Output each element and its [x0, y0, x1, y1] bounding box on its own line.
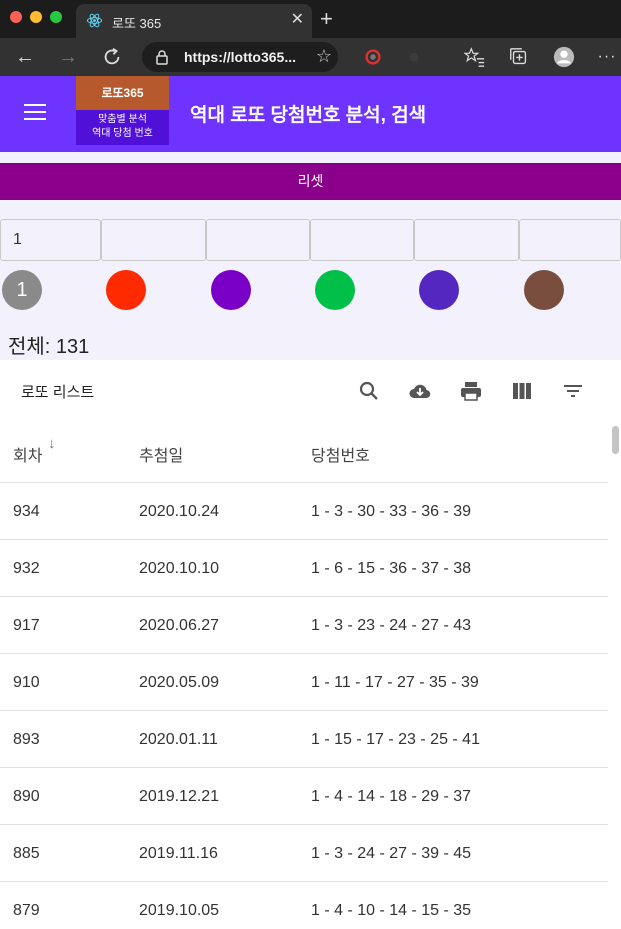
number-input-5[interactable] — [414, 219, 519, 261]
number-ball-3 — [211, 270, 251, 310]
cell-date: 2019.10.05 — [139, 902, 220, 919]
header-round[interactable]: 회차 — [13, 442, 42, 466]
print-icon[interactable] — [459, 379, 483, 403]
number-ball-5 — [419, 270, 459, 310]
browser-toolbar: ← → https://lotto365... ☆ ● ··· — [0, 38, 621, 76]
cell-numbers: 1 - 15 - 17 - 23 - 25 - 41 — [311, 731, 480, 748]
extension-placeholder-icon[interactable]: ● — [403, 46, 425, 68]
number-input-2[interactable] — [101, 219, 206, 261]
cell-round: 890 — [13, 788, 40, 805]
cell-numbers: 1 - 11 - 17 - 27 - 35 - 39 — [311, 674, 479, 691]
number-input-4[interactable] — [310, 219, 414, 261]
lock-icon — [156, 50, 168, 65]
hamburger-menu-icon[interactable] — [24, 104, 46, 122]
browser-tab[interactable]: 로또 365 ✕ — [76, 4, 312, 38]
number-input-3[interactable] — [206, 219, 310, 261]
cell-date: 2020.10.24 — [139, 503, 220, 520]
number-ball-2 — [106, 270, 146, 310]
window-maximize-button[interactable] — [50, 11, 62, 23]
number-input-6[interactable] — [519, 219, 621, 261]
address-bar[interactable]: https://lotto365... ☆ — [142, 42, 338, 72]
table-row[interactable]: 890 2019.12.21 1 - 4 - 14 - 18 - 29 - 37 — [0, 768, 608, 825]
cell-round: 910 — [13, 674, 40, 691]
collections-icon[interactable] — [508, 46, 530, 68]
cell-numbers: 1 - 6 - 15 - 36 - 37 - 38 — [311, 560, 472, 577]
cell-date: 2019.12.21 — [139, 788, 220, 805]
cell-date: 2020.10.10 — [139, 560, 220, 577]
total-count: 전체: 131 — [8, 336, 90, 358]
table-row[interactable]: 910 2020.05.09 1 - 11 - 17 - 27 - 35 - 3… — [0, 654, 608, 711]
cell-numbers: 1 - 3 - 24 - 27 - 39 - 45 — [311, 845, 472, 862]
cell-date: 2019.11.16 — [139, 845, 218, 862]
table-header: 회차 ↓ 추첨일 당첨번호 — [0, 422, 608, 483]
cell-numbers: 1 - 4 - 14 - 18 - 29 - 37 — [311, 788, 472, 805]
tab-title: 로또 365 — [112, 16, 162, 31]
profile-avatar-icon[interactable] — [553, 46, 575, 68]
table-row[interactable]: 917 2020.06.27 1 - 3 - 23 - 24 - 27 - 43 — [0, 597, 608, 654]
reload-icon[interactable] — [101, 46, 123, 68]
lotto-list-panel: 로또 리스트 회차 ↓ 추첨일 당첨번호 934 2020.10.24 1 - … — [0, 360, 621, 929]
logo-line-1: 맞춤별 분석 — [98, 114, 147, 125]
panel-title: 로또 리스트 — [21, 384, 95, 401]
forward-icon[interactable]: → — [57, 46, 79, 68]
table-row[interactable]: 932 2020.10.10 1 - 6 - 15 - 36 - 37 - 38 — [0, 540, 608, 597]
cell-round: 893 — [13, 731, 40, 748]
reset-button[interactable]: 리셋 — [0, 163, 621, 200]
number-input-1[interactable]: 1 — [0, 219, 101, 261]
window-minimize-button[interactable] — [30, 11, 42, 23]
app-logo[interactable]: 로또365 맞춤별 분석 역대 당첨 번호 — [76, 76, 169, 145]
number-ball-1: 1 — [2, 270, 42, 310]
cell-numbers: 1 - 4 - 10 - 14 - 15 - 35 — [311, 902, 472, 919]
cell-date: 2020.05.09 — [139, 674, 220, 691]
cell-date: 2020.01.11 — [139, 731, 218, 748]
cell-round: 932 — [13, 560, 40, 577]
table-row[interactable]: 934 2020.10.24 1 - 3 - 30 - 33 - 36 - 39 — [0, 483, 608, 540]
download-icon[interactable] — [408, 379, 432, 403]
table-row[interactable]: 885 2019.11.16 1 - 3 - 24 - 27 - 39 - 45 — [0, 825, 608, 882]
react-icon — [86, 13, 103, 28]
more-menu-icon[interactable]: ··· — [596, 46, 618, 68]
scrollbar-thumb[interactable] — [612, 426, 619, 454]
new-tab-icon[interactable]: + — [320, 6, 333, 32]
browser-tab-bar: 로또 365 ✕ + — [0, 0, 621, 38]
columns-icon[interactable] — [510, 379, 534, 403]
url-text: https://lotto365... — [184, 49, 296, 65]
back-icon[interactable]: ← — [14, 46, 36, 68]
table-row[interactable]: 893 2020.01.11 1 - 15 - 17 - 23 - 25 - 4… — [0, 711, 608, 768]
header-numbers[interactable]: 당첨번호 — [311, 442, 370, 466]
table-scrollbar[interactable] — [610, 422, 621, 929]
filter-icon[interactable] — [561, 379, 585, 403]
logo-brand-text: 로또365 — [76, 76, 169, 110]
cell-date: 2020.06.27 — [139, 617, 220, 634]
number-ball-6 — [524, 270, 564, 310]
search-icon[interactable] — [357, 379, 381, 403]
favorites-icon[interactable] — [464, 46, 486, 68]
extension-icon[interactable] — [362, 46, 384, 68]
table-row[interactable]: 879 2019.10.05 1 - 4 - 10 - 14 - 15 - 35 — [0, 882, 608, 929]
cell-round: 934 — [13, 503, 40, 520]
close-icon[interactable]: ✕ — [291, 10, 304, 30]
logo-line-2: 역대 당첨 번호 — [92, 128, 153, 139]
cell-round: 917 — [13, 617, 40, 634]
cell-numbers: 1 - 3 - 30 - 33 - 36 - 39 — [311, 503, 472, 520]
window-close-button[interactable] — [10, 11, 22, 23]
app-bar: 로또365 맞춤별 분석 역대 당첨 번호 역대 로또 당첨번호 분석, 검색 — [0, 76, 621, 152]
cell-round: 879 — [13, 902, 40, 919]
header-date[interactable]: 추첨일 — [139, 442, 183, 466]
number-ball-4 — [315, 270, 355, 310]
page-title: 역대 로또 당첨번호 분석, 검색 — [190, 105, 427, 126]
sort-arrow-down-icon[interactable]: ↓ — [48, 435, 56, 452]
cell-round: 885 — [13, 845, 40, 862]
logo-subtitle: 맞춤별 분석 역대 당첨 번호 — [76, 110, 169, 145]
favorite-star-icon[interactable]: ☆ — [316, 46, 332, 67]
cell-numbers: 1 - 3 - 23 - 24 - 27 - 43 — [311, 617, 472, 634]
